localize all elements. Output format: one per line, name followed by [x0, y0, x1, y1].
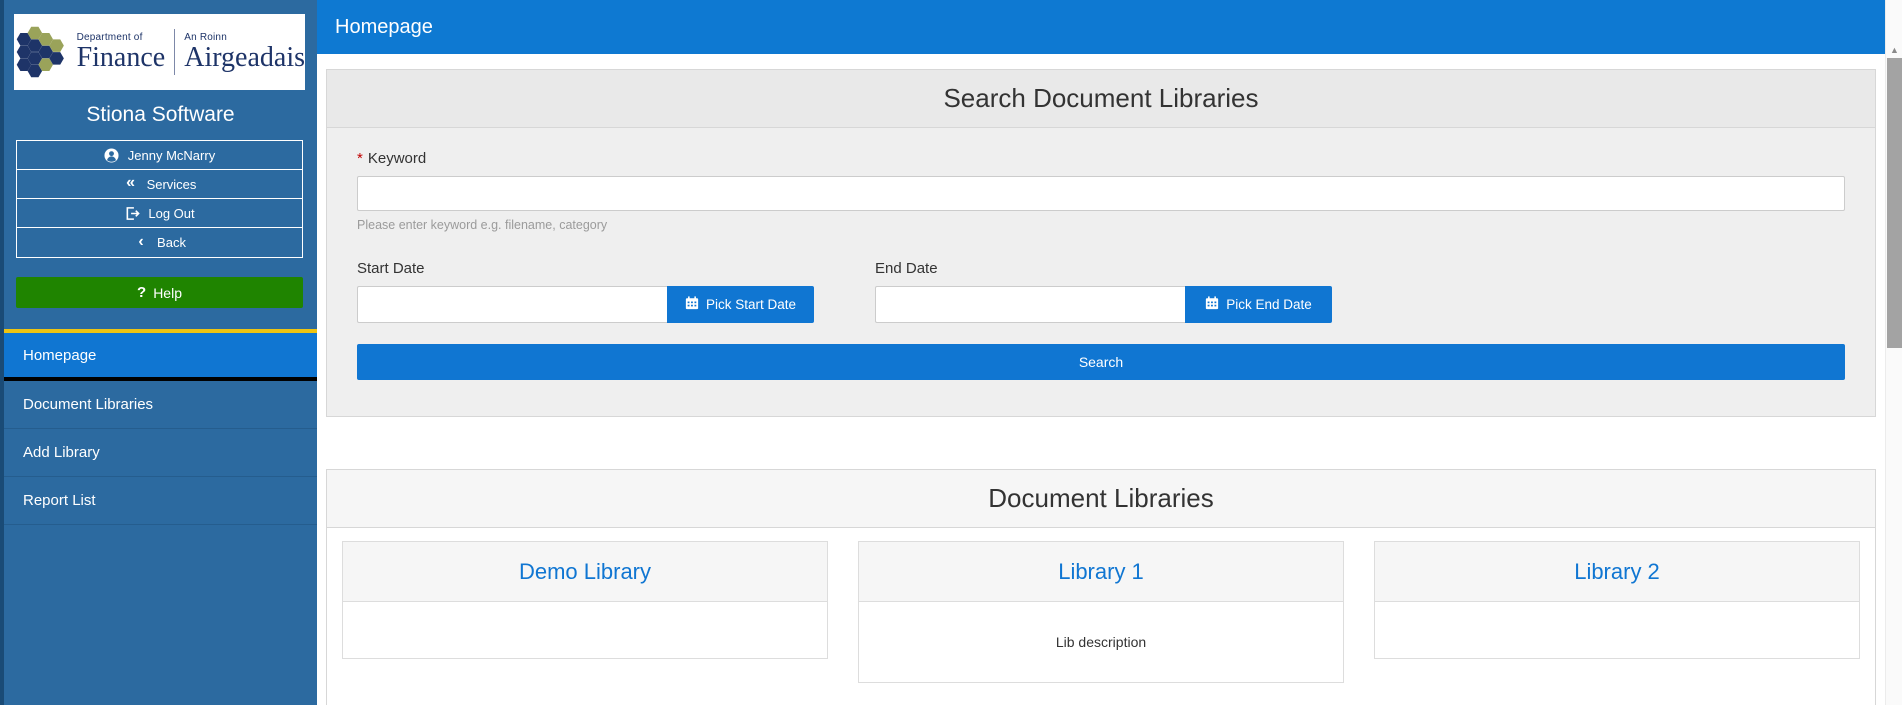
user-button-label: Jenny McNarry: [127, 147, 216, 163]
back-button-label: Back: [157, 235, 186, 250]
search-panel: Search Document Libraries * Keyword Pleas…: [326, 69, 1876, 417]
double-chevron-left-icon: «: [126, 174, 136, 191]
person-circle-icon: [104, 147, 120, 163]
end-date-label: End Date: [875, 260, 938, 277]
logout-button[interactable]: Log Out: [17, 199, 302, 228]
calendar-icon: [685, 296, 699, 313]
scrollbar-thumb[interactable]: [1887, 58, 1902, 348]
content-area: Search Document Libraries * Keyword Pleas…: [317, 54, 1885, 705]
app-title: Stiona Software: [86, 103, 235, 126]
library-card-header: Library 2: [1375, 542, 1859, 602]
search-panel-title: Search Document Libraries: [943, 83, 1259, 113]
keyword-input[interactable]: [357, 176, 1845, 211]
library-card-title-link[interactable]: Demo Library: [519, 559, 651, 585]
library-card-2: Library 2: [1374, 541, 1860, 659]
sidebar-item-document-libraries[interactable]: Document Libraries: [4, 381, 317, 429]
user-button[interactable]: Jenny McNarry: [17, 141, 302, 170]
sidebar-item-homepage[interactable]: Homepage: [4, 333, 317, 381]
chevron-left-icon: ‹: [138, 232, 144, 250]
library-card-header: Library 1: [859, 542, 1343, 602]
keyword-helper-text: Please enter keyword e.g. filename, cate…: [357, 218, 608, 232]
keyword-label-text: Keyword: [367, 150, 427, 167]
start-date-label: Start Date: [357, 260, 425, 277]
search-button[interactable]: Search: [357, 344, 1845, 380]
pick-start-date-label: Pick Start Date: [705, 297, 797, 312]
main-area: Homepage Search Document Libraries * Keyw…: [317, 0, 1885, 705]
box-arrow-right-icon: [124, 206, 140, 221]
logout-button-label: Log Out: [148, 205, 195, 221]
scrollbar-up-icon[interactable]: ▲: [1886, 42, 1902, 58]
library-card-body: [1375, 602, 1859, 658]
library-card-demo: Demo Library: [342, 541, 828, 659]
start-date-input[interactable]: [357, 286, 667, 323]
services-button[interactable]: « Services: [17, 170, 302, 199]
library-card-title-link[interactable]: Library 2: [1574, 559, 1660, 585]
document-libraries-header: Document Libraries: [327, 470, 1875, 528]
services-button-label: Services: [146, 176, 197, 192]
library-card-title-link[interactable]: Library 1: [1058, 559, 1144, 585]
sidebar-nav: Homepage Document Libraries Add Library …: [4, 333, 317, 525]
required-marker: *: [357, 150, 363, 167]
start-date-field: Start Date Pick Start Date: [357, 260, 814, 323]
pick-end-date-button[interactable]: Pick End Date: [1185, 286, 1332, 323]
logo-finance-label: Finance: [76, 41, 166, 73]
topbar: Homepage: [317, 0, 1885, 54]
department-logo-text: Department of Finance An Roinn Airgeadai…: [77, 29, 305, 75]
library-card-1: Library 1 Lib description: [858, 541, 1344, 683]
question-mark-icon: ?: [137, 284, 147, 301]
library-card-description: Lib description: [1055, 634, 1147, 650]
document-libraries-panel: Document Libraries Demo Library Library …: [326, 469, 1876, 705]
page-title: Homepage: [335, 15, 433, 38]
document-libraries-body: Demo Library Library 1 Lib description L…: [327, 528, 1875, 705]
back-button[interactable]: ‹ Back: [17, 228, 302, 257]
end-date-field: End Date Pick End Date: [875, 260, 1332, 323]
search-panel-body: * Keyword Please enter keyword e.g. filen…: [327, 128, 1875, 416]
library-card-body: Lib description: [859, 602, 1343, 682]
app-window: Department of Finance An Roinn Airgeadai…: [0, 0, 1902, 705]
calendar-icon: [1205, 296, 1219, 313]
department-logo: Department of Finance An Roinn Airgeadai…: [14, 14, 305, 90]
sidebar: Department of Finance An Roinn Airgeadai…: [0, 0, 317, 705]
sidebar-item-report-list[interactable]: Report List: [4, 477, 317, 525]
help-button-label: Help: [153, 284, 182, 301]
library-card-header: Demo Library: [343, 542, 827, 602]
pick-start-date-button[interactable]: Pick Start Date: [667, 286, 814, 323]
logo-divider: [174, 29, 176, 75]
search-panel-header: Search Document Libraries: [327, 70, 1875, 128]
sidebar-item-add-library[interactable]: Add Library: [4, 429, 317, 477]
end-date-input[interactable]: [875, 286, 1185, 323]
help-button[interactable]: ? Help: [16, 277, 303, 308]
library-card-body: [343, 602, 827, 658]
sidebar-button-group: Jenny McNarry « Services Log Out ‹ Back: [16, 140, 303, 258]
keyword-label: * Keyword: [357, 150, 1845, 167]
vertical-scrollbar[interactable]: ▲: [1885, 0, 1902, 705]
document-libraries-title: Document Libraries: [988, 483, 1214, 513]
pick-end-date-label: Pick End Date: [1226, 297, 1312, 312]
library-cards-row: Demo Library Library 1 Lib description L…: [342, 541, 1860, 683]
finance-hexagon-logo-icon: [16, 26, 64, 78]
date-fields-row: Start Date Pick Start Date End Date Pick…: [357, 260, 1845, 323]
logo-airgeadais-label: Airgeadais: [184, 41, 305, 73]
